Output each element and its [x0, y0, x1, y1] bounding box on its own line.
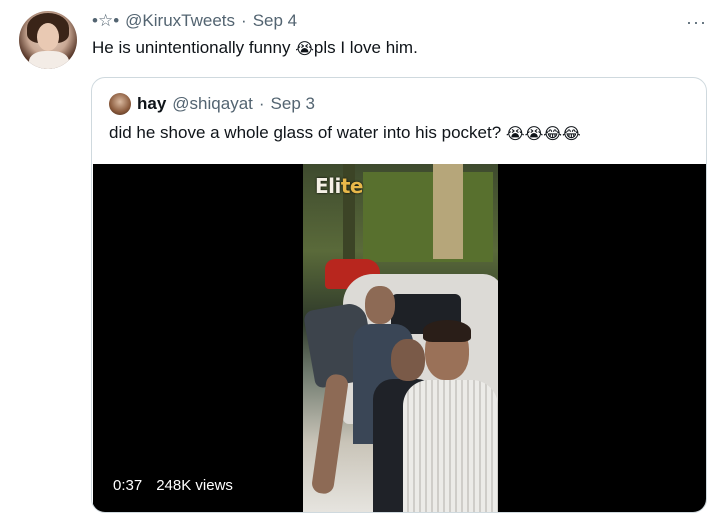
scene-arm — [310, 373, 350, 495]
quote-text: did he shove a whole glass of water into… — [109, 123, 581, 143]
scene-person-3-body — [403, 380, 498, 512]
more-options-icon[interactable]: ··· — [686, 12, 707, 33]
author-handle[interactable]: @KiruxTweets — [125, 11, 235, 31]
tweet-header: •☆• @KiruxTweets · Sep 4 — [92, 11, 297, 31]
scene-person-1-head — [365, 286, 395, 324]
scene-wall — [363, 172, 493, 262]
scene-person-2-head — [391, 339, 425, 381]
header-separator: · — [241, 11, 247, 30]
tweet-text: He is unintentionally funny 😭pls I love … — [92, 38, 418, 58]
watermark-accent: te — [340, 174, 364, 198]
video-meta: 0:37 248K views — [113, 477, 233, 494]
tweet-date[interactable]: Sep 4 — [253, 11, 297, 31]
author-avatar[interactable] — [19, 11, 77, 69]
video-views: 248K views — [156, 477, 233, 494]
quoted-tweet[interactable]: hay @shiqayat · Sep 3 did he shove a who… — [91, 77, 707, 513]
scene-wall-panel — [433, 164, 463, 259]
author-name[interactable]: •☆• — [92, 11, 119, 31]
crying-emoji-icon: 😭 — [295, 39, 314, 58]
quote-author-avatar[interactable] — [109, 93, 131, 115]
quote-author-name[interactable]: hay — [137, 94, 166, 114]
avatar-face — [37, 23, 59, 51]
laughing-crying-emojis-icon: 😭😭😂😂 — [505, 124, 581, 143]
quote-author-handle[interactable]: @shiqayat — [172, 94, 253, 114]
video-watermark: Elite — [315, 174, 364, 198]
quote-text-body: did he shove a whole glass of water into… — [109, 123, 506, 142]
quote-separator: · — [258, 94, 265, 113]
avatar-body — [29, 51, 69, 69]
video-frame: Elite — [303, 164, 498, 512]
video-duration: 0:37 — [113, 477, 143, 494]
quote-header: hay @shiqayat · Sep 3 — [137, 94, 315, 114]
tweet-text-part2: pls I love him. — [313, 38, 418, 57]
video-player[interactable]: Elite 0:37 248K views — [93, 164, 706, 512]
scene-person-3-hair — [423, 320, 471, 342]
watermark-main: Eli — [315, 174, 341, 198]
tweet-text-part1: He is unintentionally funny — [92, 38, 296, 57]
quote-date[interactable]: Sep 3 — [271, 94, 315, 114]
